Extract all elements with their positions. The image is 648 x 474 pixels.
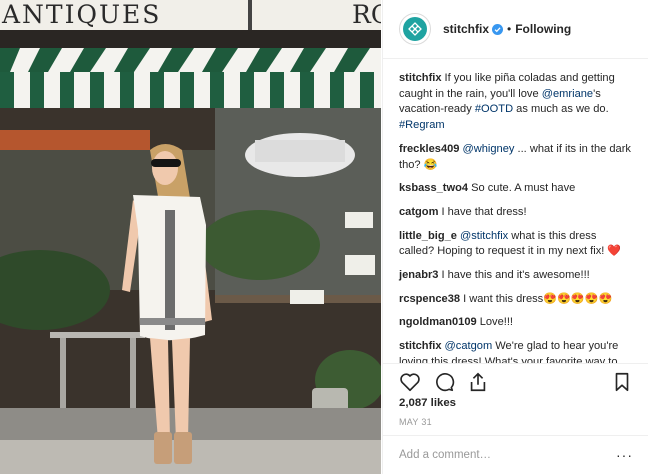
comment-mention[interactable]: @emriane [542, 88, 593, 100]
post-photo[interactable]: ANTIQUES RC [0, 0, 381, 474]
comment-text: as much as we do. [513, 103, 609, 116]
comment-username[interactable]: ngoldman0109 [399, 316, 477, 328]
comment-item: stitchfix @catgom We're glad to hear you'… [399, 339, 632, 364]
comment-mention[interactable]: @stitchfix [460, 230, 508, 242]
comment-text: I want this dress [463, 292, 544, 305]
heart-emoji-icon: ❤️ [607, 245, 622, 258]
comment-item: stitchfix If you like piña coladas and ge… [399, 71, 632, 134]
comment-username[interactable]: little_big_e [399, 230, 457, 242]
comment-icon[interactable] [433, 371, 455, 393]
comment-item: rcspence38 I want this dress😍😍😍😍😍 [399, 292, 632, 308]
comment-username[interactable]: ksbass_two4 [399, 182, 468, 194]
post-date[interactable]: MAY 31 [399, 417, 432, 427]
header-separator: • [507, 22, 512, 36]
likes-count[interactable]: 2,087 likes [399, 397, 456, 409]
header-username[interactable]: stitchfix [443, 22, 489, 36]
post-header: stitchfix • Following [383, 0, 648, 59]
comment-box: ··· [383, 435, 648, 474]
heart-eyes-emoji-icon: 😍😍😍😍😍 [543, 292, 613, 305]
comment-hashtag[interactable]: #Regram [399, 119, 445, 131]
comment-mention[interactable]: @catgom [445, 340, 493, 352]
comment-text: Love!!! [479, 316, 513, 329]
photo-illustration [0, 0, 381, 474]
comment-username[interactable]: stitchfix [399, 340, 442, 352]
comment-mention[interactable]: @whigney [462, 143, 514, 155]
more-options-icon[interactable]: ··· [616, 447, 633, 463]
emoji-icon: 😂 [423, 158, 438, 171]
store-sign-text: ANTIQUES [2, 0, 162, 29]
following-button[interactable]: Following [515, 22, 571, 36]
comment-item: catgom I have that dress! [399, 205, 632, 221]
comment-item: little_big_e @stitchfix what is this dres… [399, 229, 632, 260]
comment-text: I have that dress! [441, 205, 527, 218]
comment-item: freckles409 @whigney ... what if its in t… [399, 142, 632, 173]
comment-username[interactable]: rcspence38 [399, 293, 460, 305]
comment-username[interactable]: catgom [399, 206, 438, 218]
comments-list: stitchfix If you like piña coladas and ge… [383, 59, 648, 364]
store-sign-text-right: RC [352, 0, 381, 29]
comment-text: So cute. A must have [471, 182, 576, 195]
post-panel: stitchfix • Following stitchfix If you li… [382, 0, 648, 474]
comment-username[interactable]: jenabr3 [399, 269, 438, 281]
avatar[interactable] [399, 13, 431, 45]
add-comment-input[interactable] [399, 449, 599, 461]
comment-username[interactable]: stitchfix [399, 72, 442, 84]
comment-text: I have this and it's awesome!!! [441, 269, 590, 282]
comment-item: jenabr3 I have this and it's awesome!!! [399, 268, 632, 284]
comment-item: ngoldman0109 Love!!! [399, 315, 632, 331]
stitchfix-logo-icon [403, 17, 427, 41]
heart-icon[interactable] [399, 371, 421, 393]
verified-badge-icon [492, 23, 504, 35]
share-icon[interactable] [467, 371, 489, 393]
bookmark-icon[interactable] [611, 371, 633, 393]
action-bar [383, 363, 648, 399]
comment-item: ksbass_two4 So cute. A must have [399, 181, 632, 197]
comment-username[interactable]: freckles409 [399, 143, 459, 155]
comment-hashtag[interactable]: #OOTD [475, 103, 513, 115]
